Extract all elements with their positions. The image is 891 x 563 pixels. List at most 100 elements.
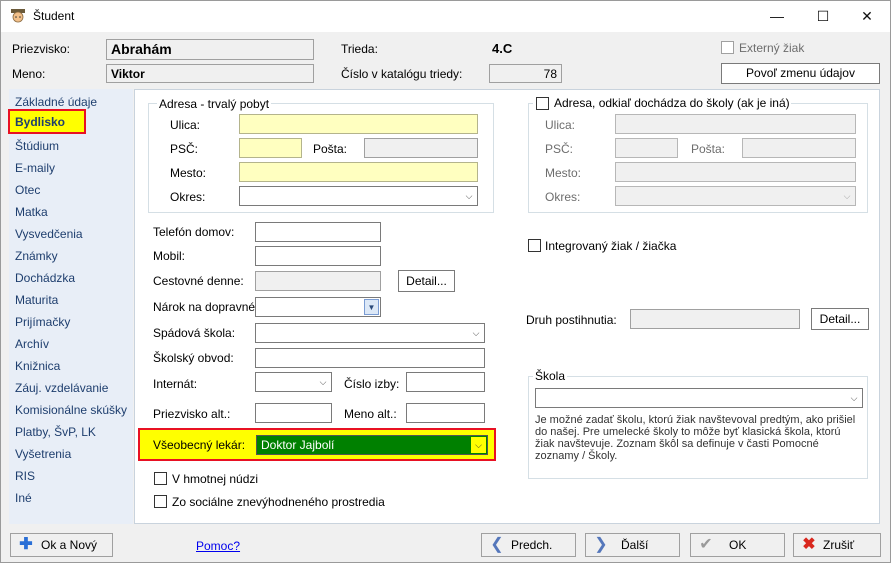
chevron-right-icon: ❯: [594, 536, 608, 553]
sidebar: Základné údaje Bydlisko Štúdium E-maily …: [8, 89, 133, 524]
maximize-button[interactable]: ☐: [800, 1, 846, 32]
street-input[interactable]: [239, 114, 478, 134]
zip-input[interactable]: [239, 138, 302, 158]
allow-change-button[interactable]: Povoľ zmenu údajov: [721, 63, 880, 84]
external-label: Externý žiak: [739, 41, 805, 55]
school-note: Je možné zadať školu, ktorú žiak navštev…: [535, 414, 856, 462]
need-checkbox[interactable]: [154, 472, 167, 485]
cancel-button[interactable]: ✖ Zrušiť: [793, 533, 881, 557]
doctor-value: Doktor Jajbolí: [261, 438, 335, 452]
sidebar-item-prijimacky[interactable]: Prijímačky: [15, 315, 70, 329]
doctor-select[interactable]: Doktor Jajbolí ⌵: [256, 435, 488, 455]
sidebar-item-platby[interactable]: Platby, ŠvP, LK: [15, 425, 96, 439]
integrated-checkbox[interactable]: [528, 239, 541, 252]
city-input[interactable]: [239, 162, 478, 182]
home-phone-input[interactable]: [255, 222, 381, 242]
sidebar-item-znamky[interactable]: Známky: [15, 249, 58, 263]
title-bar: Študent — ☐ ✕: [1, 1, 890, 32]
home-phone-label: Telefón domov:: [153, 225, 235, 239]
disability-field[interactable]: [630, 309, 800, 329]
student-avatar-icon: [11, 9, 25, 23]
room-input[interactable]: [406, 372, 485, 392]
ok-new-button[interactable]: ✚ Ok a Nový: [10, 533, 113, 557]
class-label: Trieda:: [341, 42, 378, 56]
sidebar-item-maturita[interactable]: Maturita: [15, 293, 58, 307]
chevron-down-icon: ⌵: [472, 328, 480, 338]
sidebar-item-dochadzka[interactable]: Dochádzka: [15, 271, 75, 285]
external-checkbox[interactable]: [721, 41, 734, 54]
class-value: 4.C: [492, 41, 513, 56]
post2-field[interactable]: [742, 138, 856, 158]
commute-address-checkbox[interactable]: [536, 97, 549, 110]
sidebar-item-archiv[interactable]: Archív: [15, 337, 49, 351]
street-label: Ulica:: [170, 118, 201, 132]
doctor-label: Všeobecný lekár:: [153, 438, 246, 452]
surname-field[interactable]: Abrahám: [106, 39, 314, 60]
travel-detail-button[interactable]: Detail...: [398, 270, 455, 292]
travel-field[interactable]: [255, 271, 381, 291]
disability-label: Druh postihnutia:: [526, 313, 617, 327]
chevron-down-icon: ⌵: [465, 191, 473, 201]
district-select[interactable]: ⌵: [239, 186, 478, 206]
next-button[interactable]: ❯ Ďalší: [585, 533, 680, 557]
surname-label: Priezvisko:: [12, 42, 71, 56]
catalog-label: Číslo v katalógu triedy:: [341, 67, 463, 81]
school-group-title: Škola: [533, 369, 568, 383]
mobile-input[interactable]: [255, 246, 381, 266]
catchment-select[interactable]: ⌵: [255, 323, 485, 343]
post2-label: Pošta:: [691, 142, 726, 156]
sidebar-item-komisionalne-skusky[interactable]: Komisionálne skúšky: [15, 403, 127, 417]
transport-select[interactable]: ▼: [255, 297, 381, 317]
social-checkbox[interactable]: [154, 495, 167, 508]
transport-label: Nárok na dopravné:: [153, 300, 259, 314]
boarding-select[interactable]: ⌵: [255, 372, 332, 392]
post-field[interactable]: [364, 138, 478, 158]
district-label: Okres:: [170, 190, 206, 204]
ok-label: OK: [729, 538, 747, 552]
sidebar-item-matka[interactable]: Matka: [15, 205, 48, 219]
catalog-number-field[interactable]: 78: [489, 64, 562, 83]
help-link[interactable]: Pomoc?: [196, 539, 240, 553]
sidebar-item-ris[interactable]: RIS: [15, 469, 35, 483]
previous-label: Predch.: [511, 538, 553, 552]
name-label: Meno:: [12, 67, 46, 81]
commute-address-header: Adresa, odkiaľ dochádza do školy (ak je …: [533, 96, 791, 111]
minimize-button[interactable]: —: [754, 1, 800, 32]
ok-new-label: Ok a Nový: [41, 538, 98, 552]
disability-detail-button[interactable]: Detail...: [811, 308, 869, 330]
sidebar-item-vysetrenia[interactable]: Vyšetrenia: [15, 447, 71, 461]
city2-input[interactable]: [615, 162, 856, 182]
travel-label: Cestovné denne:: [153, 274, 244, 288]
sidebar-item-otec[interactable]: Otec: [15, 183, 40, 197]
need-label: V hmotnej núdzi: [172, 472, 259, 486]
district2-select[interactable]: ⌵: [615, 186, 856, 206]
sidebar-item-vysvedcenia[interactable]: Vysvedčenia: [15, 227, 83, 241]
ok-button[interactable]: ✔ OK: [690, 533, 785, 557]
zip2-input[interactable]: [615, 138, 678, 158]
sidebar-item-kniznica[interactable]: Knižnica: [15, 359, 60, 373]
name-alt-input[interactable]: [406, 403, 485, 423]
window-title: Študent: [33, 9, 75, 23]
sidebar-item-ine[interactable]: Iné: [15, 491, 32, 505]
sidebar-item-studium[interactable]: Štúdium: [15, 139, 59, 153]
sidebar-item-bydlisko[interactable]: Bydlisko: [8, 109, 86, 134]
street2-input[interactable]: [615, 114, 856, 134]
sidebar-item-emaily[interactable]: E-maily: [15, 161, 55, 175]
chevron-down-icon: ⌵: [850, 393, 858, 403]
city-label: Mesto:: [170, 166, 207, 180]
close-button[interactable]: ✕: [844, 1, 890, 32]
sidebar-item-zauj-vzdelavanie[interactable]: Záuj. vzdelávanie: [15, 381, 108, 395]
social-label: Zo sociálne znevýhodneného prostredia: [172, 495, 385, 509]
school-district-input[interactable]: [255, 348, 485, 368]
school-select[interactable]: ⌵: [535, 388, 863, 408]
previous-button[interactable]: ❮ Predch.: [481, 533, 576, 557]
integrated-label: Integrovaný žiak / žiačka: [545, 239, 677, 253]
sidebar-item-zakladne-udaje[interactable]: Základné údaje: [15, 95, 97, 109]
close-icon: ✖: [802, 536, 816, 553]
surname-alt-label: Priezvisko alt.:: [153, 407, 231, 421]
city2-label: Mesto:: [545, 166, 582, 180]
name-field[interactable]: Viktor: [106, 64, 314, 83]
surname-alt-input[interactable]: [255, 403, 332, 423]
name-alt-label: Meno alt.:: [344, 407, 397, 421]
plus-icon: ✚: [19, 536, 33, 553]
